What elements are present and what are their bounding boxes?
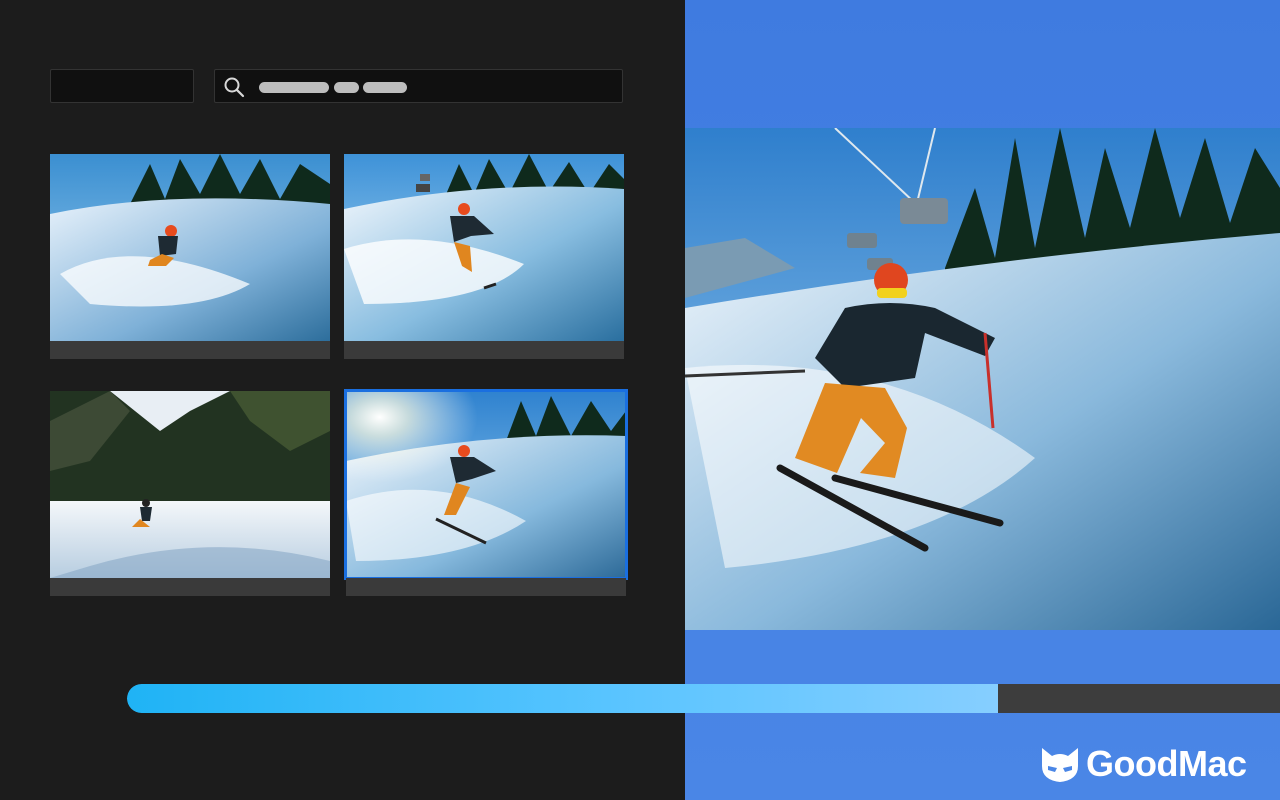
search-placeholder-bar bbox=[259, 82, 329, 93]
thumbnail-image bbox=[50, 391, 330, 578]
progress-fill bbox=[127, 684, 998, 713]
thumbnail-image bbox=[344, 389, 628, 580]
gallery-thumbnail-1[interactable] bbox=[50, 154, 330, 359]
cat-mask-icon bbox=[1042, 748, 1078, 782]
gallery-thumbnail-4[interactable] bbox=[344, 389, 628, 596]
progress-bar[interactable] bbox=[127, 684, 1280, 713]
search-placeholder-bar bbox=[334, 82, 359, 93]
search-input[interactable] bbox=[214, 69, 623, 103]
left-panel bbox=[0, 0, 685, 800]
thumbnail-caption-bar bbox=[50, 578, 330, 596]
brand-name: GoodMac bbox=[1086, 743, 1247, 784]
thumbnail-caption-bar bbox=[50, 341, 330, 359]
search-placeholder-bar bbox=[363, 82, 407, 93]
thumbnail-caption-bar bbox=[344, 341, 624, 359]
thumbnail-image bbox=[50, 154, 330, 341]
gallery-thumbnail-3[interactable] bbox=[50, 391, 330, 596]
brand-logo: GoodMac bbox=[1038, 742, 1247, 786]
search-icon bbox=[224, 77, 245, 98]
preview-image bbox=[685, 128, 1280, 630]
gallery-thumbnail-2[interactable] bbox=[344, 154, 624, 359]
thumbnail-caption-bar bbox=[346, 578, 626, 596]
filter-dropdown[interactable] bbox=[50, 69, 194, 103]
thumbnail-image bbox=[344, 154, 624, 341]
